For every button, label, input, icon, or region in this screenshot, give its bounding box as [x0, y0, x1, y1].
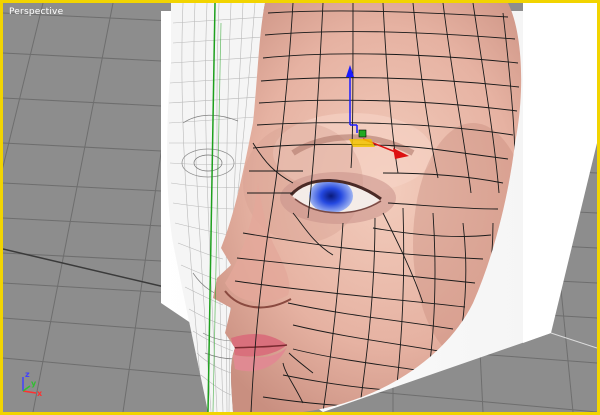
gizmo-center: [358, 129, 367, 138]
viewport-label[interactable]: Perspective: [9, 7, 63, 17]
gizmo-plane-handle: [349, 139, 375, 147]
perspective-viewport[interactable]: Perspective x z y: [0, 0, 600, 415]
axis-x-label: x: [37, 389, 43, 398]
axis-y-label: y: [31, 379, 37, 388]
axis-tripod: x z y: [22, 371, 43, 398]
scene-canvas[interactable]: [3, 3, 597, 412]
axis-y-icon: [22, 385, 31, 392]
axis-z-label: z: [25, 371, 30, 379]
axis-x-icon: [22, 390, 37, 394]
texture-plane-edge: [523, 3, 597, 343]
